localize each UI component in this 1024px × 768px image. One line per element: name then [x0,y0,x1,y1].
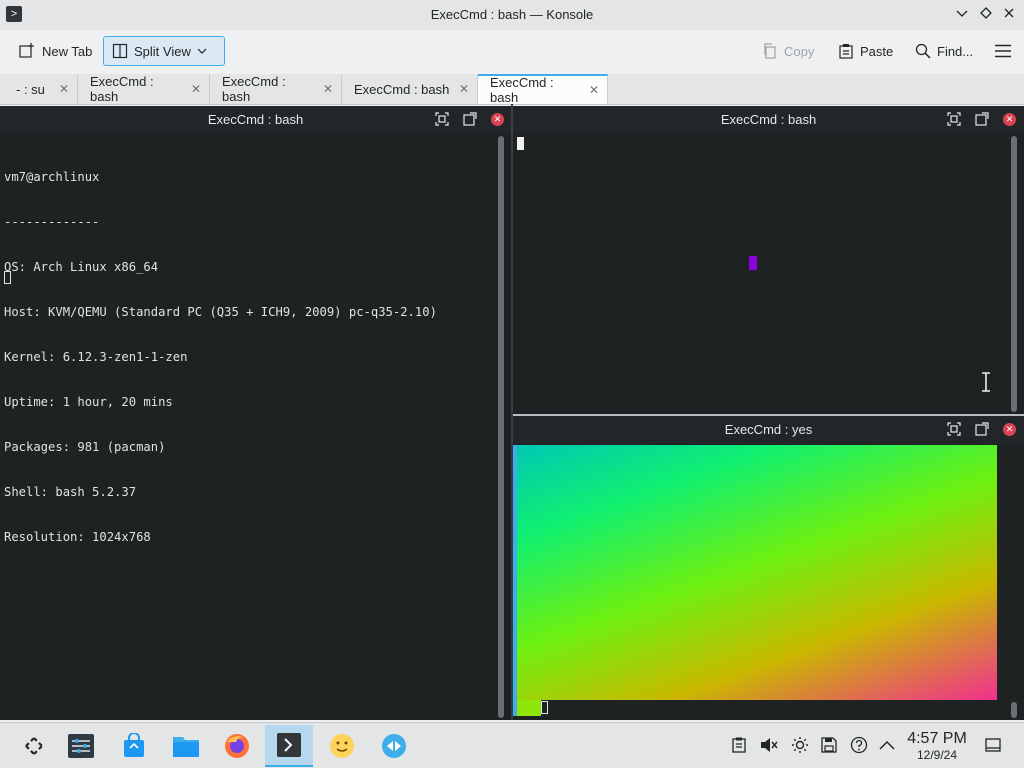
terminal-line: OS: Arch Linux x86_64 [4,260,159,274]
terminal-line: ------------- [4,215,100,229]
close-pane-icon[interactable]: ✕ [1003,423,1016,436]
paste-button[interactable]: Paste [830,36,902,66]
minimize-icon[interactable] [953,6,971,24]
left-pane-header: ExecCmd : bash ✕ [0,106,511,134]
new-tab-label: New Tab [42,43,93,59]
clipboard-icon[interactable] [730,736,748,754]
close-icon[interactable] [1000,6,1018,24]
text-cursor-icon [980,372,992,392]
tab-execcmd-bash-1[interactable]: ExecCmd : bash ✕ [78,74,210,104]
system-settings-icon[interactable] [57,725,105,767]
top-right-terminal[interactable] [513,134,1024,414]
tab-close-icon[interactable]: ✕ [589,83,599,97]
tab-execcmd-bash-active[interactable]: ExecCmd : bash ✕ [478,74,608,105]
tab-execcmd-bash-2[interactable]: ExecCmd : bash ✕ [210,74,342,104]
emoji-icon[interactable] [318,725,366,767]
maximize-pane-icon[interactable] [946,112,962,128]
maximize-icon[interactable] [977,6,995,24]
split-view-label: Split View [134,43,191,59]
new-tab-button[interactable]: New Tab [10,36,102,66]
tab-label: ExecCmd : bash [490,75,554,105]
color-gradient-tail [517,700,541,716]
top-right-scrollbar[interactable] [1011,136,1017,412]
color-gradient-output [517,445,997,700]
show-desktop-icon[interactable] [984,736,1002,754]
terminal-line: Shell: bash 5.2.37 [4,485,137,499]
tab-close-icon[interactable]: ✕ [191,82,201,96]
hamburger-menu-icon[interactable] [986,36,1016,66]
find-button[interactable]: Find... [907,36,981,66]
terminal-line: Host: KVM/QEMU (Standard PC (Q35 + ICH9,… [4,305,437,319]
close-pane-icon[interactable]: ✕ [1003,113,1016,126]
tab-close-icon[interactable]: ✕ [323,82,333,96]
terminal-line: Uptime: 1 hour, 20 mins [4,395,173,409]
new-tab-icon [19,43,34,58]
terminal-output: vm7@archlinux ------------- OS: Arch Lin… [4,140,437,575]
help-icon[interactable] [850,736,868,754]
tab-label: ExecCmd : bash [222,74,286,104]
chevron-up-icon[interactable] [878,736,896,754]
firefox-icon[interactable] [213,725,261,767]
maximize-pane-icon[interactable] [946,422,962,438]
detach-pane-icon[interactable] [462,112,478,128]
terminal-cursor [517,137,524,150]
kde-connect-icon[interactable] [370,725,418,767]
discover-store-icon[interactable] [110,725,158,767]
application-launcher-icon[interactable] [10,725,58,767]
tab-su[interactable]: - : su ✕ [4,74,78,104]
save-icon[interactable] [820,736,838,754]
file-manager-icon[interactable] [162,725,210,767]
tab-label: ExecCmd : bash [90,74,154,104]
tab-label: - : su [16,81,45,97]
bottom-right-scrollbar[interactable] [1011,702,1017,718]
terminal-line: Resolution: 1024x768 [4,530,151,544]
chevron-down-icon [197,48,207,54]
detach-pane-icon[interactable] [974,112,990,128]
volume-muted-icon[interactable] [760,736,778,754]
clock-date[interactable]: 12/9/24 [902,748,972,762]
paste-icon [839,44,853,59]
tab-close-icon[interactable]: ✕ [459,82,469,96]
paste-label: Paste [860,43,894,59]
bottom-right-pane-header: ExecCmd : yes ✕ [513,416,1024,444]
left-scrollbar[interactable] [498,136,504,718]
terminal-cursor [4,271,11,284]
copy-icon [764,43,776,59]
terminal-line: Packages: 981 (pacman) [4,440,166,454]
close-pane-icon[interactable]: ✕ [491,113,504,126]
search-icon [915,43,931,59]
window-title: ExecCmd : bash — Konsole [430,7,594,22]
left-terminal[interactable]: vm7@archlinux ------------- OS: Arch Lin… [0,134,511,720]
terminal-line: vm7@archlinux [4,170,100,184]
copy-label: Copy [784,43,815,59]
copy-button[interactable]: Copy [754,36,824,66]
clock-time[interactable]: 4:57 PM [902,730,972,748]
tab-execcmd-bash-3[interactable]: ExecCmd : bash ✕ [342,74,478,104]
tab-label: ExecCmd : bash [354,81,450,97]
brightness-icon[interactable] [791,736,809,754]
tab-close-icon[interactable]: ✕ [59,82,69,96]
top-right-pane-header: ExecCmd : bash ✕ [513,106,1024,134]
detach-pane-icon[interactable] [974,422,990,438]
terminal-cursor [541,701,548,714]
maximize-pane-icon[interactable] [434,112,450,128]
split-view-icon [112,43,128,59]
terminal-line: Kernel: 6.12.3-zen1-1-zen [4,350,188,364]
split-view-button[interactable]: Split View [103,36,225,66]
find-label: Find... [937,43,974,59]
purple-cursor-block [749,256,757,270]
konsole-icon[interactable] [265,725,313,767]
